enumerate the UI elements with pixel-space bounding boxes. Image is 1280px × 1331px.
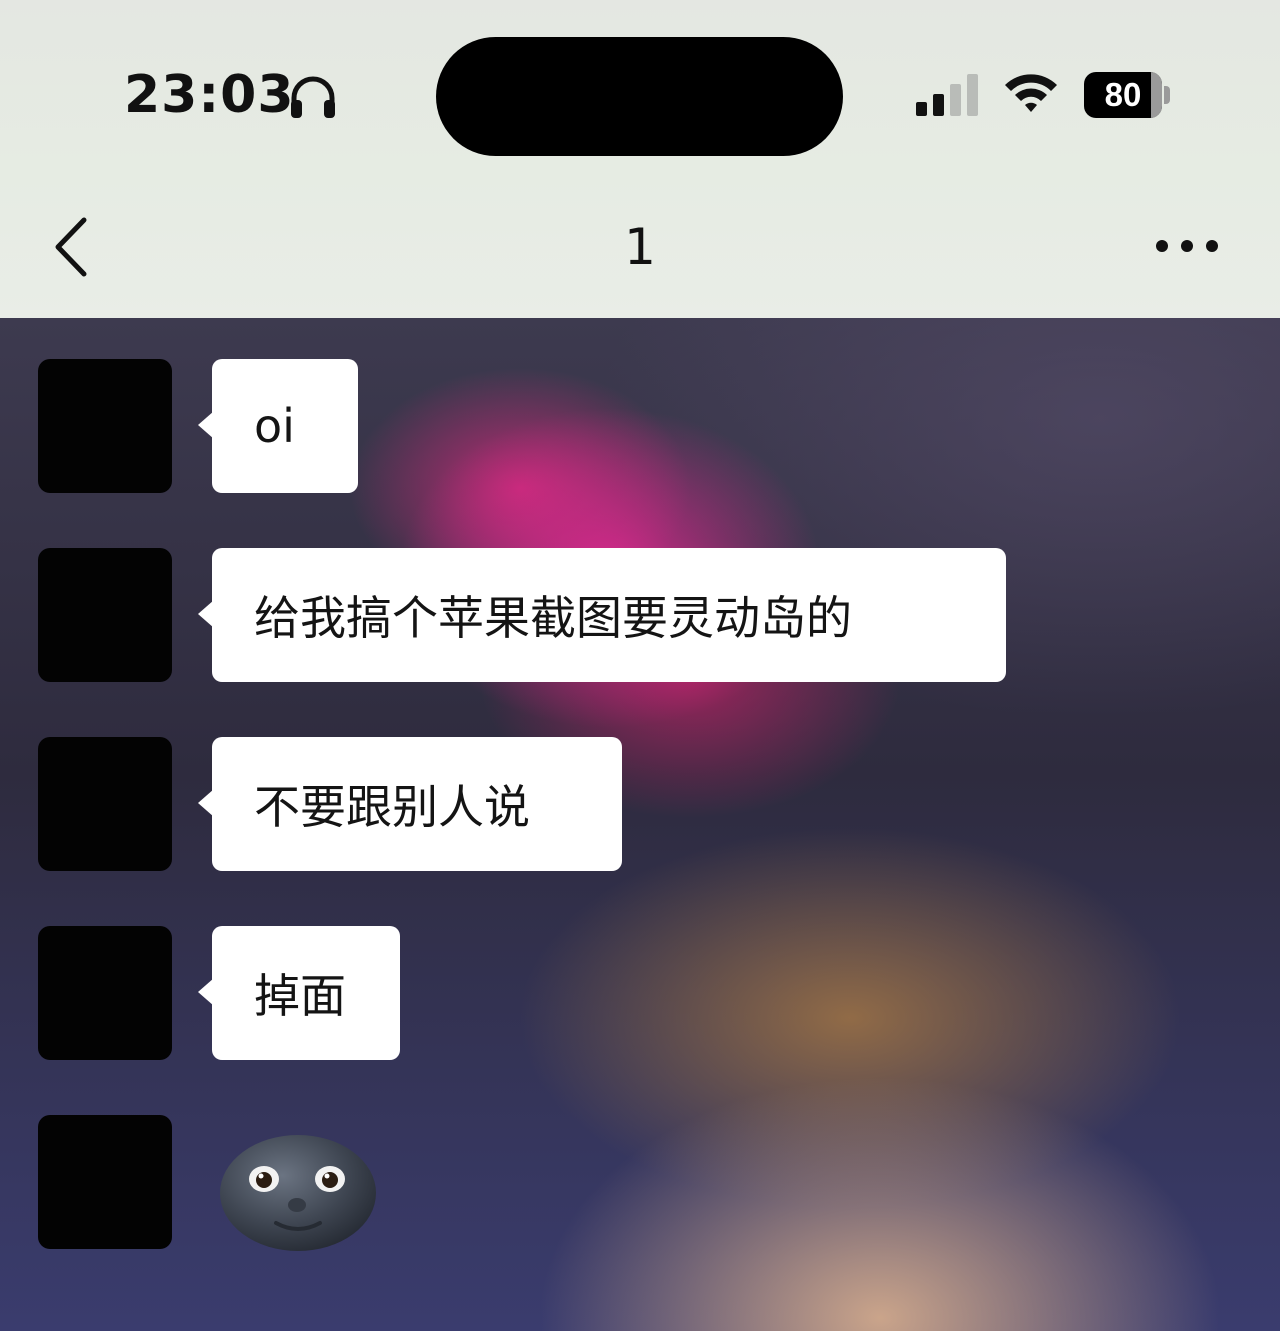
more-horizontal-icon[interactable] bbox=[1154, 234, 1220, 258]
avatar[interactable] bbox=[38, 1115, 172, 1249]
avatar[interactable] bbox=[38, 737, 172, 871]
avatar[interactable] bbox=[38, 926, 172, 1060]
battery-cap bbox=[1164, 86, 1170, 104]
top-bar: 23:03 80 1 bbox=[0, 0, 1280, 318]
message-text: 给我搞个苹果截图要灵动岛的 bbox=[254, 591, 852, 645]
wifi-icon bbox=[1005, 74, 1057, 112]
message-bubble[interactable]: 掉面 bbox=[198, 926, 400, 1060]
message-bubble[interactable]: 给我搞个苹果截图要灵动岛的 bbox=[198, 548, 1006, 682]
message-text: 不要跟别人说 bbox=[254, 780, 530, 834]
message-text: oi bbox=[254, 399, 295, 453]
message-text: 掉面 bbox=[254, 969, 346, 1023]
message-bubble[interactable]: 不要跟别人说 bbox=[198, 737, 622, 871]
battery-percent: 80 bbox=[1104, 76, 1142, 113]
avatar[interactable] bbox=[38, 548, 172, 682]
chat-area[interactable]: oi 给我搞个苹果截图要灵动岛的 不要跟别人说 掉面 bbox=[0, 318, 1280, 1331]
status-time: 23:03 bbox=[124, 65, 295, 125]
signal-icon bbox=[916, 74, 978, 116]
dynamic-island bbox=[436, 37, 843, 156]
message-bubble[interactable]: oi bbox=[198, 359, 358, 493]
headphones-icon bbox=[291, 76, 335, 118]
battery-level bbox=[1151, 72, 1162, 118]
chat-title: 1 bbox=[624, 218, 656, 276]
battery-icon: 80 bbox=[1084, 72, 1162, 118]
avatar[interactable] bbox=[38, 359, 172, 493]
new-moon-face-icon[interactable] bbox=[218, 1129, 380, 1251]
